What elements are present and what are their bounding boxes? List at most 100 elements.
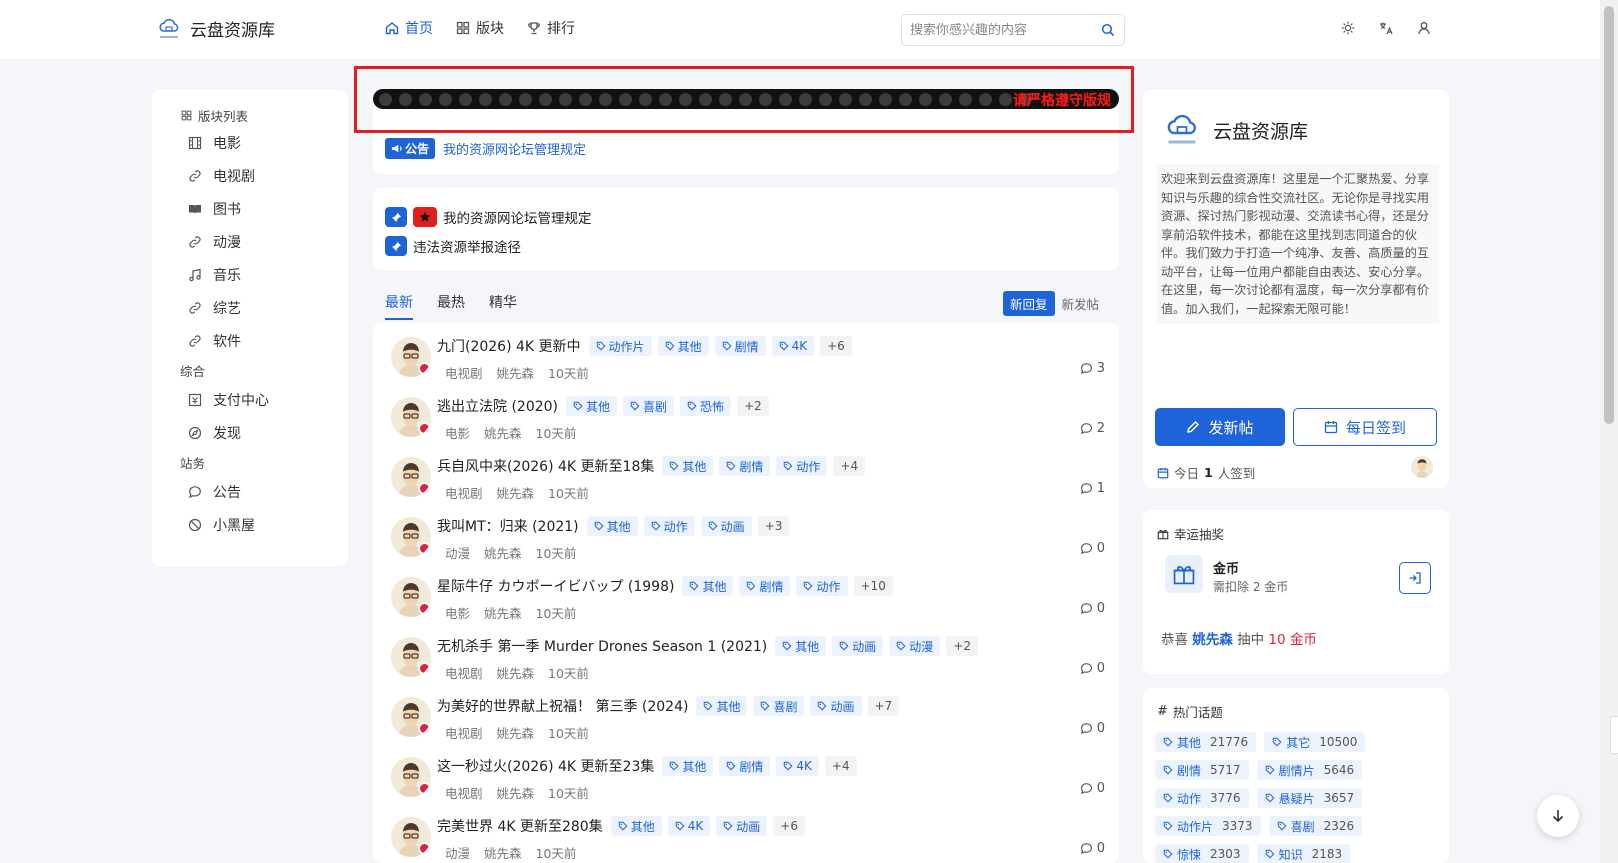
post-tag[interactable]: 动作 (643, 516, 695, 536)
post-category[interactable]: 动漫 (445, 543, 470, 562)
post-tag[interactable]: 其他 (682, 576, 734, 596)
post-author[interactable]: 姚先森 (497, 363, 535, 382)
post-title[interactable]: 逃出立法院 (2020) (437, 396, 558, 416)
avatar[interactable] (391, 637, 431, 677)
post-tag[interactable]: 其他 (610, 816, 662, 836)
post-row[interactable]: 我叫MT：归来 (2021) 其他 动作 动画 +3 动漫 姚先森 10天前 0 (373, 503, 1119, 565)
avatar[interactable] (391, 817, 431, 857)
scrollbar-thumb[interactable] (1604, 6, 1614, 424)
translate-icon[interactable] (1378, 20, 1394, 36)
more-tags-badge[interactable]: +2 (946, 636, 979, 656)
post-row[interactable]: 星际牛仔 カウボーイビバップ (1998) 其他 剧情 动作 +10 电影 姚先森 … (373, 563, 1119, 625)
more-tags-badge[interactable]: +6 (820, 336, 852, 356)
post-author[interactable]: 姚先森 (484, 543, 522, 562)
sidebar-item-payment[interactable]: 支付中心 (152, 383, 348, 416)
post-tag[interactable]: 4K (771, 336, 815, 356)
post-author[interactable]: 姚先森 (497, 723, 535, 742)
tab-featured[interactable]: 精华 (489, 292, 517, 320)
winner-name[interactable]: 姚先森 (1192, 632, 1233, 648)
more-tags-badge[interactable]: +4 (824, 756, 857, 776)
post-author[interactable]: 姚先森 (497, 483, 535, 502)
sidebar-item-announcement[interactable]: 公告 (152, 475, 348, 508)
sun-icon[interactable] (1340, 20, 1356, 36)
post-row[interactable]: 兵自风中来(2026) 4K 更新至18集 其他 剧情 动作 +4 电视剧 姚先森 … (373, 443, 1119, 505)
search-icon[interactable] (1100, 22, 1116, 38)
sidebar-item-movie[interactable]: 电影 (152, 126, 348, 159)
post-tag[interactable]: 4K (667, 816, 711, 836)
post-tag[interactable]: 动漫 (889, 636, 941, 656)
topic-tag[interactable]: 悬疑片 3657 (1256, 788, 1363, 808)
post-author[interactable]: 姚先森 (497, 663, 535, 682)
post-category[interactable]: 电影 (445, 423, 470, 442)
topic-tag[interactable]: 其他 21776 (1155, 732, 1257, 752)
avatar[interactable] (391, 337, 431, 377)
post-tag[interactable]: 动作 (776, 456, 828, 476)
post-row[interactable]: 逃出立法院 (2020) 其他 喜剧 恐怖 +2 电影 姚先森 10天前 2 (373, 383, 1119, 445)
post-title[interactable]: 我叫MT：归来 (2021) (437, 516, 579, 536)
avatar[interactable] (391, 397, 431, 437)
post-tag[interactable]: 其他 (657, 336, 709, 356)
user-icon[interactable] (1416, 20, 1432, 36)
sidebar-item-software[interactable]: 软件 (152, 324, 348, 357)
more-tags-badge[interactable]: +6 (773, 816, 805, 836)
post-row[interactable]: 无机杀手 第一季 Murder Drones Season 1 (2021) 其… (373, 623, 1119, 685)
post-category[interactable]: 电视剧 (445, 363, 483, 382)
post-category[interactable]: 动漫 (445, 843, 470, 862)
pinned-item[interactable]: 我的资源网论坛管理规定 (385, 204, 1107, 230)
topic-tag[interactable]: 喜剧 2326 (1268, 816, 1363, 836)
post-category[interactable]: 电视剧 (445, 783, 483, 802)
post-author[interactable]: 姚先森 (497, 783, 535, 802)
post-tag[interactable]: 动作片 (588, 336, 652, 356)
sidebar-item-discover[interactable]: 发现 (152, 416, 348, 449)
post-tag[interactable]: 其他 (662, 756, 714, 776)
post-row[interactable]: 完美世界 4K 更新至280集 其他 4K 动画 +6 动漫 姚先森 10天前 0 (373, 803, 1119, 863)
post-title[interactable]: 完美世界 4K 更新至280集 (437, 816, 603, 836)
post-category[interactable]: 电视剧 (445, 483, 483, 502)
checkin-user-avatar[interactable] (1411, 456, 1433, 478)
post-tag[interactable]: 动画 (716, 816, 768, 836)
new-post-button[interactable]: 发新帖 (1155, 408, 1285, 446)
post-tag[interactable]: 喜剧 (753, 696, 805, 716)
sidebar-item-blacklist[interactable]: 小黑屋 (152, 508, 348, 541)
draw-button[interactable] (1399, 562, 1431, 594)
post-author[interactable]: 姚先森 (484, 603, 522, 622)
post-tag[interactable]: 4K (776, 756, 819, 776)
post-author[interactable]: 姚先森 (484, 843, 522, 862)
more-tags-badge[interactable]: +4 (833, 456, 866, 476)
post-tag[interactable]: 其他 (662, 456, 714, 476)
avatar[interactable] (391, 517, 431, 557)
post-category[interactable]: 电影 (445, 603, 470, 622)
post-title[interactable]: 星际牛仔 カウボーイビバップ (1998) (437, 576, 674, 596)
post-row[interactable]: 九门(2026) 4K 更新中 动作片 其他 剧情 4K +6 电视剧 姚先森 10天… (373, 323, 1119, 385)
announcement-link[interactable]: 我的资源网论坛管理规定 (443, 139, 586, 158)
post-title[interactable]: 为美好的世界献上祝福！ 第三季 (2024) (437, 696, 688, 716)
more-tags-badge[interactable]: +7 (867, 696, 900, 716)
post-title[interactable]: 九门(2026) 4K 更新中 (437, 336, 581, 356)
post-author[interactable]: 姚先森 (484, 423, 522, 442)
sidebar-item-anime[interactable]: 动漫 (152, 225, 348, 258)
avatar[interactable] (391, 697, 431, 737)
post-tag[interactable]: 剧情 (739, 576, 791, 596)
topic-tag[interactable]: 剧情片 5646 (1256, 760, 1363, 780)
avatar[interactable] (391, 577, 431, 617)
nav-ranking[interactable]: 排行 (526, 18, 575, 38)
post-tag[interactable]: 动作 (796, 576, 848, 596)
more-tags-badge[interactable]: +3 (757, 516, 790, 536)
post-row[interactable]: 为美好的世界献上祝福！ 第三季 (2024) 其他 喜剧 动画 +7 电视剧 姚先森… (373, 683, 1119, 745)
post-category[interactable]: 电视剧 (445, 663, 483, 682)
topic-tag[interactable]: 动作片 3373 (1155, 816, 1261, 836)
sidebar-item-variety[interactable]: 综艺 (152, 291, 348, 324)
nav-boards[interactable]: 版块 (455, 18, 504, 38)
sort-new-reply[interactable]: 新回复 (1003, 291, 1055, 316)
more-tags-badge[interactable]: +2 (737, 396, 769, 416)
tab-hot[interactable]: 最热 (437, 292, 465, 320)
post-tag[interactable]: 剧情 (714, 336, 766, 356)
topic-tag[interactable]: 动作 3776 (1155, 788, 1249, 808)
post-tag[interactable]: 其他 (586, 516, 638, 536)
sidebar-item-music[interactable]: 音乐 (152, 258, 348, 291)
topic-tag[interactable]: 知识 2183 (1256, 844, 1351, 863)
side-tab[interactable] (1610, 716, 1618, 754)
post-tag[interactable]: 其他 (566, 396, 618, 416)
post-tag[interactable]: 喜剧 (623, 396, 675, 416)
post-tag[interactable]: 其他 (775, 636, 827, 656)
